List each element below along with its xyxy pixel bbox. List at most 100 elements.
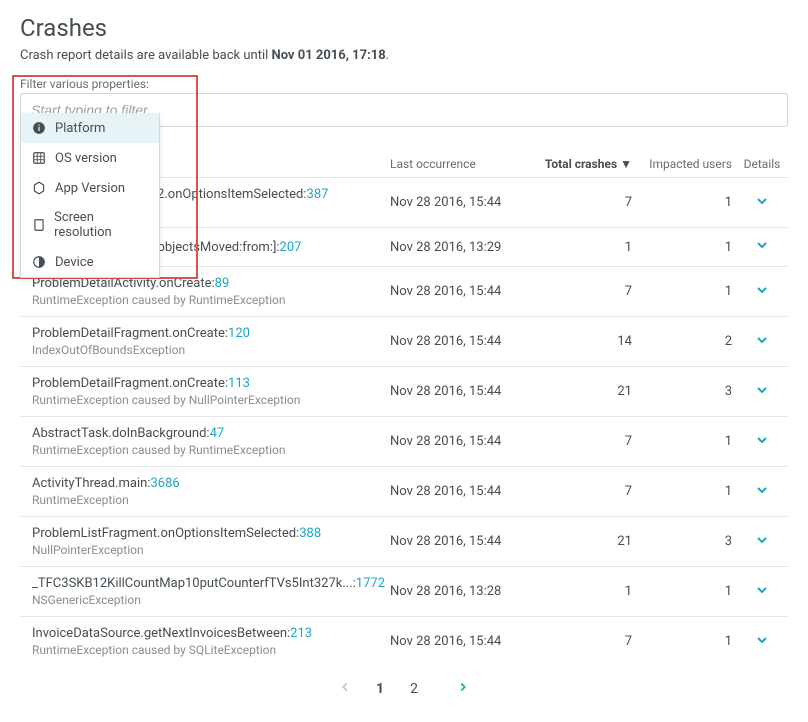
crash-exception: RuntimeException caused by NullPointerEx… [32, 393, 390, 407]
expand-details-button[interactable] [754, 437, 770, 452]
table-row: ActivityThread.main:3686RuntimeException… [20, 466, 788, 516]
crash-line: 1772 [356, 576, 385, 591]
expand-details-button[interactable] [754, 287, 770, 302]
crash-last-occurrence: Nov 28 2016, 15:44 [390, 195, 540, 210]
expand-details-button[interactable] [754, 487, 770, 502]
expand-details-button[interactable] [754, 637, 770, 652]
filter-dropdown: Platform OS version App Version Screen reso… [20, 113, 160, 278]
crash-total: 14 [540, 334, 640, 349]
crash-method: InvoiceDataSource.getNextInvoicesBetween… [32, 626, 390, 641]
expand-details-button[interactable] [754, 198, 770, 213]
crash-last-occurrence: Nov 28 2016, 15:44 [390, 484, 540, 499]
table-row: ProblemListFragment.onOptionsItemSelecte… [20, 516, 788, 566]
crash-total: 7 [540, 284, 640, 299]
crash-impacted-users: 1 [640, 284, 740, 299]
page-subtitle: Crash report details are available back … [20, 48, 788, 63]
crash-total: 1 [540, 584, 640, 599]
device-icon [31, 254, 47, 270]
filter-option-screen-resolution[interactable]: Screen resolution [21, 203, 159, 247]
col-impacted-users[interactable]: Impacted users [640, 157, 740, 171]
crash-exception: RuntimeException caused by RuntimeExcept… [32, 443, 390, 457]
info-icon [31, 120, 47, 136]
table-row: InvoiceDataSource.getNextInvoicesBetween… [20, 616, 788, 666]
col-last-occurrence[interactable]: Last occurrence [390, 157, 540, 171]
expand-details-button[interactable] [754, 242, 770, 257]
crash-location: AbstractTask.doInBackground:47 RuntimeExc… [20, 426, 390, 457]
crash-method: _TFC3SKB12KillCountMap10putCounterfTVs5I… [32, 576, 390, 591]
crash-line: 89 [215, 276, 230, 291]
pager-page-1[interactable]: 1 [370, 679, 390, 699]
screen-icon [31, 217, 46, 233]
crash-impacted-users: 1 [640, 584, 740, 599]
crash-total: 7 [540, 634, 640, 649]
filter-option-platform[interactable]: Platform [21, 113, 159, 143]
crash-method: ProblemDetailFragment.onCreate:120 [32, 326, 390, 341]
crash-last-occurrence: Nov 28 2016, 13:29 [390, 240, 540, 255]
pager-page-2[interactable]: 2 [404, 679, 424, 699]
crash-location: ProblemDetailActivity.onCreate:89 Runtime… [20, 276, 390, 307]
table-row: AbstractTask.doInBackground:47 RuntimeExc… [20, 416, 788, 466]
crash-line: 387 [307, 187, 329, 202]
crash-last-occurrence: Nov 28 2016, 15:44 [390, 434, 540, 449]
crash-method: ProblemDetailActivity.onCreate:89 [32, 276, 390, 291]
hex-icon [31, 180, 47, 196]
table-row: ProblemDetailFragment.onCreate:113 Runtim… [20, 366, 788, 416]
col-details: Details [740, 157, 784, 171]
crash-exception: RuntimeException caused by SQLiteExcepti… [32, 643, 390, 657]
pager-prev [338, 680, 352, 698]
crash-impacted-users: 2 [640, 334, 740, 349]
filter-option-device[interactable]: Device [21, 247, 159, 277]
crash-total: 1 [540, 240, 640, 255]
crash-impacted-users: 1 [640, 434, 740, 449]
pager-next[interactable] [456, 680, 470, 698]
crash-location: ProblemDetailFragment.onCreate:120 IndexO… [20, 326, 390, 357]
crash-last-occurrence: Nov 28 2016, 13:28 [390, 584, 540, 599]
crash-method: AbstractTask.doInBackground:47 [32, 426, 390, 441]
crash-location: ProblemListFragment.onOptionsItemSelecte… [20, 526, 390, 557]
filter-option-app-version[interactable]: App Version [21, 173, 159, 203]
table-row: _TFC3SKB12KillCountMap10putCounterfTVs5I… [20, 566, 788, 616]
filter-option-label: Screen resolution [54, 210, 149, 240]
grid-icon [31, 150, 47, 166]
crash-impacted-users: 1 [640, 240, 740, 255]
crash-last-occurrence: Nov 28 2016, 15:44 [390, 334, 540, 349]
crash-exception: NSGenericException [32, 593, 390, 607]
crash-exception: IndexOutOfBoundsException [32, 343, 390, 357]
filter-option-label: Device [55, 255, 94, 270]
crash-exception: RuntimeException [32, 493, 390, 507]
filter-option-os-version[interactable]: OS version [21, 143, 159, 173]
crash-exception: RuntimeException caused by RuntimeExcept… [32, 293, 390, 307]
crash-total: 7 [540, 434, 640, 449]
crash-line: 207 [280, 240, 302, 255]
crash-line: 388 [299, 526, 321, 541]
crash-line: 213 [290, 626, 312, 641]
page-title: Crashes [20, 14, 788, 42]
crash-impacted-users: 1 [640, 484, 740, 499]
filter-option-label: App Version [55, 181, 125, 196]
table-row: ProblemDetailFragment.onCreate:120 IndexO… [20, 316, 788, 366]
crash-last-occurrence: Nov 28 2016, 15:44 [390, 384, 540, 399]
crash-total: 21 [540, 384, 640, 399]
crash-line: 47 [210, 426, 225, 441]
crash-line: 113 [228, 376, 250, 391]
crash-last-occurrence: Nov 28 2016, 15:44 [390, 284, 540, 299]
expand-details-button[interactable] [754, 337, 770, 352]
expand-details-button[interactable] [754, 587, 770, 602]
crash-last-occurrence: Nov 28 2016, 15:44 [390, 534, 540, 549]
crash-impacted-users: 1 [640, 634, 740, 649]
filter-section: Filter various properties: PlatformOS ve… [20, 77, 788, 127]
expand-details-button[interactable] [754, 537, 770, 552]
crash-method: ProblemListFragment.onOptionsItemSelecte… [32, 526, 390, 541]
crash-total: 7 [540, 195, 640, 210]
crash-line: 3686 [150, 476, 179, 491]
col-total-crashes[interactable]: Total crashes ▼ [540, 157, 640, 171]
crash-total: 7 [540, 484, 640, 499]
crash-line: 120 [228, 326, 250, 341]
expand-details-button[interactable] [754, 387, 770, 402]
crash-impacted-users: 3 [640, 534, 740, 549]
crash-method: ProblemDetailFragment.onCreate:113 [32, 376, 390, 391]
crash-location: ActivityThread.main:3686RuntimeException [20, 476, 390, 507]
crash-total: 21 [540, 534, 640, 549]
crash-exception: NullPointerException [32, 543, 390, 557]
filter-option-label: OS version [55, 151, 117, 166]
